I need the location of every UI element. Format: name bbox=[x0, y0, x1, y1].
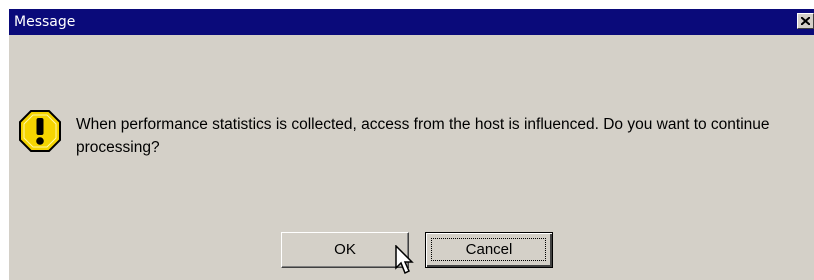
message-dialog: Message When performance statistics is c… bbox=[8, 8, 814, 280]
cancel-button-label: Cancel bbox=[465, 241, 513, 258]
title-bar[interactable]: Message bbox=[9, 9, 814, 35]
warning-icon bbox=[19, 110, 61, 152]
ok-button[interactable]: OK bbox=[281, 232, 409, 268]
close-button[interactable] bbox=[797, 13, 814, 29]
close-icon bbox=[801, 17, 810, 25]
cancel-button[interactable]: Cancel bbox=[425, 232, 553, 268]
dialog-message: When performance statistics is collected… bbox=[76, 116, 770, 156]
mouse-pointer-icon bbox=[395, 245, 414, 275]
window-title: Message bbox=[14, 14, 76, 30]
ok-button-label: OK bbox=[334, 241, 356, 258]
